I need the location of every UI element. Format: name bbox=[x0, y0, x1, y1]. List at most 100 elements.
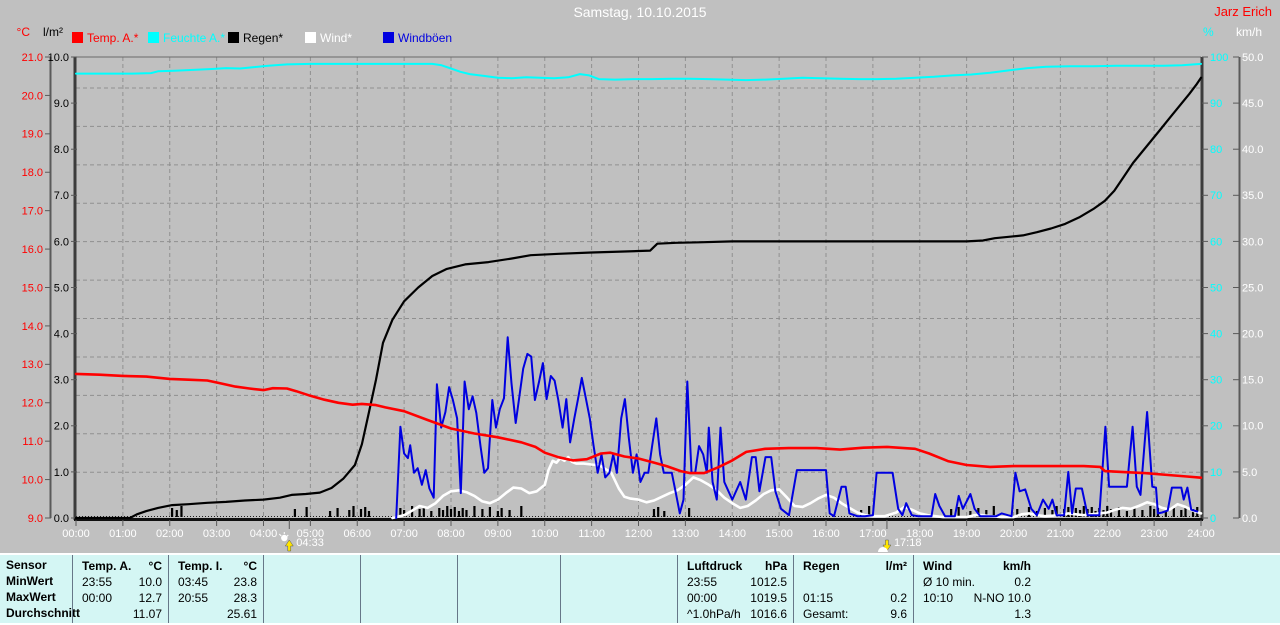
summary-cell-time: 23:55 bbox=[687, 575, 718, 589]
rain-intensity-bar bbox=[957, 507, 960, 517]
percent-tick-label: 10 bbox=[1210, 467, 1222, 479]
time-tick-label: 20:00 bbox=[1000, 528, 1028, 540]
percent-tick-label: 90 bbox=[1210, 98, 1222, 110]
summary-cell: 1.3 bbox=[914, 606, 1037, 622]
summary-cell-value: 25.61 bbox=[226, 607, 257, 621]
summary-cell: 20:55 28.3 bbox=[169, 590, 263, 606]
sunset-icon bbox=[877, 539, 892, 552]
celsius-tick-label: 9.0 bbox=[28, 513, 43, 525]
summary-cell: Luftdruck hPa bbox=[678, 558, 793, 574]
rain-intensity-bar bbox=[430, 511, 433, 517]
time-tick-label: 23:00 bbox=[1140, 528, 1168, 540]
rain-intensity-bar bbox=[1027, 507, 1031, 517]
summary-cell: 11.07 bbox=[73, 606, 168, 622]
summary-cell: Gesamt: 9.6 bbox=[794, 606, 913, 622]
rain-intensity-bar bbox=[441, 510, 445, 517]
summary-cell-value: 28.3 bbox=[233, 591, 257, 605]
summary-row-label-sensor: Sensor bbox=[6, 558, 47, 572]
time-tick-label: 06:00 bbox=[343, 528, 371, 540]
time-tick-label: 21:00 bbox=[1047, 528, 1075, 540]
lm2-tick-label: 2.0 bbox=[54, 421, 69, 433]
summary-cell-time: Gesamt: bbox=[803, 607, 849, 621]
summary-column-luftdruck: Luftdruck hPa 23:55 1012.5 00:00 1019.5 ^1.0hP… bbox=[677, 555, 793, 623]
rain-intensity-bar bbox=[336, 508, 339, 517]
time-tick-label: 16:00 bbox=[812, 528, 840, 540]
summary-cell-time: 03:45 bbox=[178, 575, 209, 589]
celsius-tick-label: 11.0 bbox=[22, 436, 43, 448]
kmh-tick-label: 5.0 bbox=[1242, 467, 1257, 479]
rain-intensity-bar bbox=[457, 511, 461, 517]
rain-intensity-bar bbox=[348, 510, 351, 517]
weather-station-window: Samstag, 10.10.2015 Jarz Erich °C l/m² %… bbox=[0, 0, 1280, 625]
summary-cell: 25.61 bbox=[169, 606, 263, 622]
summary-cell-time: 23:55 bbox=[82, 575, 113, 589]
summary-cell-time: Ø 10 min. bbox=[923, 575, 976, 589]
summary-column-regen: Regen l/m² 01:15 0.2 Gesamt: 9.6 bbox=[793, 555, 913, 623]
summary-cell-time: 00:00 bbox=[687, 591, 718, 605]
summary-row-label-maxwert: MaxWert bbox=[6, 590, 56, 604]
kmh-tick-label: 50.0 bbox=[1242, 52, 1263, 64]
rain-intensity-bar bbox=[367, 511, 371, 517]
summary-cell-value: 1016.6 bbox=[750, 607, 787, 621]
kmh-tick-label: 20.0 bbox=[1242, 329, 1263, 341]
rain-intensity-bar bbox=[418, 509, 421, 517]
time-tick-label: 22:00 bbox=[1093, 528, 1121, 540]
summary-column-empty-4 bbox=[560, 555, 677, 623]
rain-intensity-bar bbox=[473, 506, 476, 517]
rain-intensity-bar bbox=[438, 508, 441, 517]
rain-intensity-bar bbox=[488, 507, 492, 517]
lm2-tick-label: 5.0 bbox=[54, 282, 69, 294]
rain-intensity-bar bbox=[175, 510, 178, 517]
time-tick-label: 13:00 bbox=[672, 528, 700, 540]
lm2-tick-label: 4.0 bbox=[54, 329, 69, 341]
summary-cell-time: 20:55 bbox=[178, 591, 209, 605]
summary-cell-value: 9.6 bbox=[890, 607, 907, 621]
summary-table: Sensor MinWert MaxWert Durchschnitt Temp. A.… bbox=[0, 553, 1280, 625]
percent-tick-label: 50 bbox=[1210, 282, 1222, 294]
rain-intensity-bar bbox=[652, 509, 656, 517]
rain-intensity-bar bbox=[496, 511, 499, 517]
lm2-tick-label: 6.0 bbox=[54, 236, 69, 248]
summary-cell-time: 00:00 bbox=[82, 591, 113, 605]
celsius-tick-label: 19.0 bbox=[22, 129, 43, 141]
time-tick-label: 02:00 bbox=[156, 528, 184, 540]
summary-cell-value: l/m² bbox=[885, 559, 907, 573]
kmh-tick-label: 45.0 bbox=[1242, 98, 1263, 110]
percent-tick-label: 60 bbox=[1210, 236, 1222, 248]
celsius-tick-label: 20.0 bbox=[22, 90, 43, 102]
lm2-tick-label: 3.0 bbox=[54, 375, 69, 387]
sunrise-icon-part bbox=[281, 534, 288, 542]
series-line-windb-en bbox=[395, 336, 1199, 519]
summary-cell-time: Temp. A. bbox=[82, 559, 132, 573]
summary-cell-value: °C bbox=[243, 559, 257, 573]
celsius-tick-label: 10.0 bbox=[22, 474, 43, 486]
time-tick-label: 14:00 bbox=[718, 528, 746, 540]
summary-cell-value: 1019.5 bbox=[750, 591, 787, 605]
rain-intensity-bar bbox=[170, 508, 174, 517]
time-tick-label: 04:00 bbox=[250, 528, 278, 540]
celsius-tick-label: 18.0 bbox=[22, 167, 43, 179]
rain-intensity-bar bbox=[508, 510, 511, 517]
rain-intensity-bar bbox=[1133, 508, 1136, 517]
time-tick-label: 15:00 bbox=[765, 528, 793, 540]
celsius-tick-label: 14.0 bbox=[22, 321, 43, 333]
rain-intensity-bar bbox=[352, 506, 355, 517]
kmh-tick-label: 35.0 bbox=[1242, 190, 1263, 202]
kmh-tick-label: 30.0 bbox=[1242, 236, 1263, 248]
summary-column-empty-1 bbox=[263, 555, 360, 623]
summary-column-empty-2 bbox=[360, 555, 457, 623]
lm2-tick-label: 7.0 bbox=[54, 190, 69, 202]
time-tick-label: 00:00 bbox=[62, 528, 90, 540]
time-tick-label: 19:00 bbox=[953, 528, 981, 540]
summary-cell: 00:00 1019.5 bbox=[678, 590, 793, 606]
summary-cell: Wind km/h bbox=[914, 558, 1037, 574]
sunrise-icon bbox=[278, 532, 294, 552]
summary-cell: Regen l/m² bbox=[794, 558, 913, 574]
celsius-tick-label: 21.0 bbox=[22, 52, 43, 64]
summary-cell-value: 1012.5 bbox=[750, 575, 787, 589]
summary-cell-value: N-NO 10.0 bbox=[973, 591, 1031, 605]
summary-cell-value: 0.2 bbox=[890, 591, 907, 605]
time-tick-label: 07:00 bbox=[390, 528, 418, 540]
lm2-tick-label: 1.0 bbox=[54, 467, 69, 479]
summary-cell-time: 10:10 bbox=[923, 591, 954, 605]
